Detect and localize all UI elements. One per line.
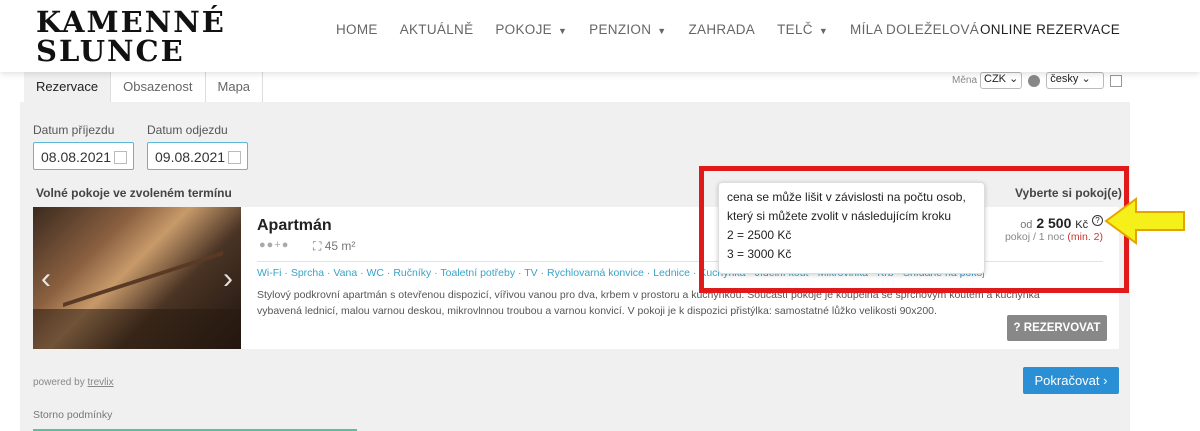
- calendar-icon: [228, 151, 241, 164]
- nav-pokoje[interactable]: POKOJE ▼: [495, 22, 567, 37]
- external-link-icon[interactable]: [1110, 74, 1123, 87]
- site-header: KAMENNÉ SLUNCE HOME AKTUÁLNĚ POKOJE ▼ PEN…: [0, 0, 1200, 72]
- chevron-down-icon: ▼: [818, 26, 829, 36]
- room-photo[interactable]: ‹ ›: [33, 207, 241, 349]
- chevron-down-icon: ▼: [557, 26, 568, 36]
- chevron-right-icon: ›: [1103, 373, 1108, 388]
- chevron-right-icon[interactable]: ›: [223, 262, 233, 296]
- nav-online-reservation[interactable]: ONLINE REZERVACE: [980, 22, 1120, 37]
- arrival-label: Datum příjezdu: [33, 123, 115, 137]
- nav-zahrada[interactable]: ZAHRADA: [689, 22, 756, 37]
- persons-icon: ●●+●: [259, 239, 290, 251]
- area-icon: ⛶: [313, 239, 325, 253]
- room-area: ⛶ 45 m²: [313, 239, 356, 253]
- storno-link[interactable]: Storno podmínky: [33, 409, 112, 421]
- tab-rezervace[interactable]: Rezervace: [24, 72, 112, 102]
- nav-telc[interactable]: TELČ ▼: [777, 22, 828, 37]
- tab-mapa[interactable]: Mapa: [205, 72, 264, 102]
- arrival-date-input[interactable]: 08.08.2021: [33, 142, 134, 170]
- nav-penzion[interactable]: PENZION ▼: [589, 22, 666, 37]
- site-logo[interactable]: KAMENNÉ SLUNCE: [36, 8, 226, 66]
- room-name[interactable]: Apartmán: [257, 217, 332, 235]
- powered-by: powered by trevlix: [33, 377, 114, 388]
- currency-language-bar: Měna CZK ⌄ česky ⌄: [952, 72, 1123, 89]
- main-nav: HOME AKTUÁLNĚ POKOJE ▼ PENZION ▼ ZAHRADA T…: [336, 22, 979, 37]
- nav-aktualne[interactable]: AKTUÁLNĚ: [400, 22, 474, 37]
- reserve-button[interactable]: ? REZERVOVAT: [1007, 315, 1107, 341]
- chevron-left-icon[interactable]: ‹: [41, 262, 51, 296]
- globe-icon: [1028, 74, 1041, 87]
- price-tooltip: cena se může lišit v závislosti na počtu…: [718, 182, 985, 274]
- language-select[interactable]: česky ⌄: [1046, 72, 1105, 89]
- room-price: od 2 500 Kč ? pokoj / 1 noc (min. 2): [1004, 215, 1103, 243]
- continue-button[interactable]: Pokračovat ›: [1023, 367, 1119, 394]
- currency-select[interactable]: CZK ⌄: [980, 72, 1023, 89]
- arrow-annotation-icon: [1104, 197, 1185, 245]
- departure-date-input[interactable]: 09.08.2021: [147, 142, 248, 170]
- chevron-down-icon: ▼: [657, 26, 667, 36]
- calendar-icon: [114, 151, 127, 164]
- nav-mila[interactable]: MÍLA DOLEŽELOVÁ: [850, 22, 979, 37]
- trevlix-link[interactable]: trevlix: [87, 377, 113, 388]
- nav-home[interactable]: HOME: [336, 22, 378, 37]
- available-rooms-title: Volné pokoje ve zvoleném termínu: [36, 186, 232, 200]
- tab-obsazenost[interactable]: Obsazenost: [111, 72, 206, 102]
- room-description: Stylový podkrovní apartmán s otevřenou d…: [257, 289, 1040, 317]
- currency-label: Měna: [952, 75, 978, 86]
- departure-label: Datum odjezdu: [147, 123, 228, 137]
- booking-tabs: Rezervace Obsazenost Mapa: [24, 72, 264, 102]
